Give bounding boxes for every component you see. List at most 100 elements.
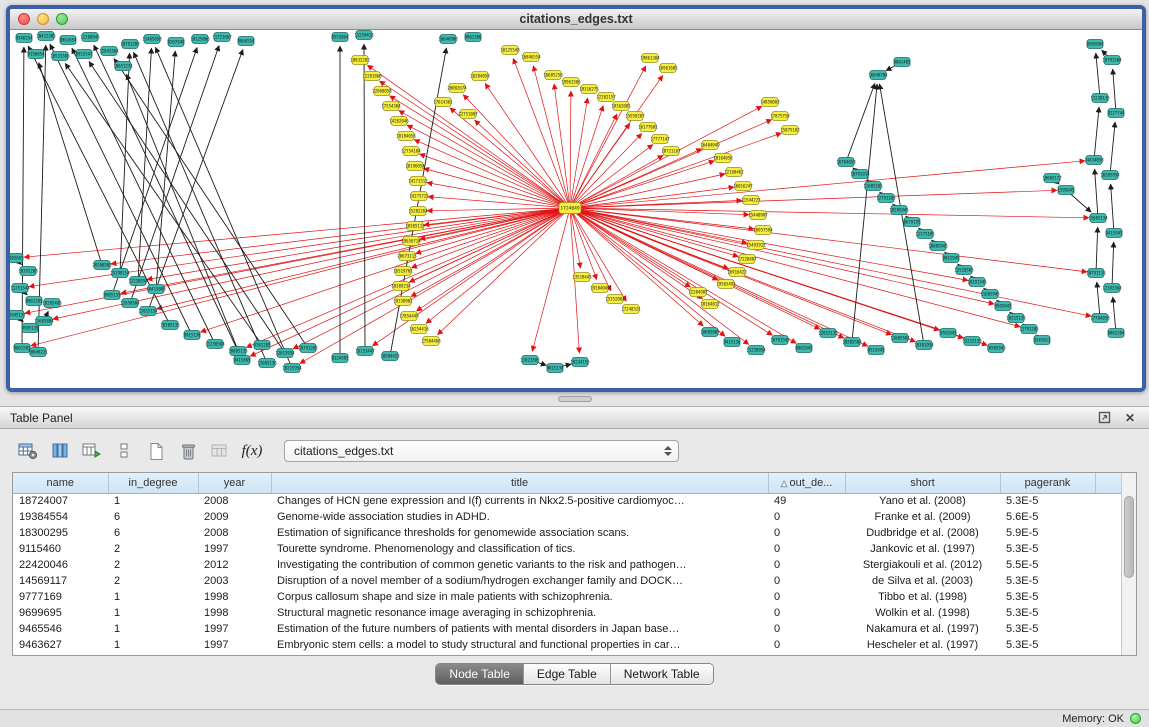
network-node[interactable]: 17240321 — [621, 305, 641, 314]
network-node[interactable]: 14850083 — [760, 98, 780, 107]
network-node[interactable]: 10791208 — [120, 40, 140, 49]
network-node[interactable]: 9864554 — [238, 37, 255, 46]
network-node[interactable]: 9207849 — [168, 38, 185, 47]
network-node[interactable]: 19861304 — [640, 54, 660, 63]
network-node[interactable]: 15202264 — [408, 207, 428, 216]
network-node[interactable]: 16519701 — [393, 267, 413, 276]
network-node[interactable]: 11254413 — [354, 31, 374, 40]
network-node[interactable]: 10125548 — [500, 46, 520, 55]
network-node[interactable]: 11015154 — [138, 307, 158, 316]
minimize-window-button[interactable] — [37, 13, 49, 25]
network-node[interactable]: 12791205 — [876, 194, 896, 203]
network-node[interactable]: 11605884 — [34, 317, 54, 326]
network-node[interactable]: 12160462 — [724, 168, 744, 177]
network-node[interactable]: 16704058 — [836, 158, 856, 167]
network-node[interactable]: 11605945 — [980, 290, 1000, 299]
network-node[interactable]: 11375105 — [915, 230, 935, 239]
network-node[interactable]: 11230584 — [205, 340, 225, 349]
network-node[interactable]: 9245012 — [1034, 336, 1051, 345]
network-node[interactable]: 18162085 — [611, 102, 631, 111]
network-node[interactable]: 16016247 — [733, 182, 753, 191]
network-node[interactable]: 20673113 — [397, 252, 417, 261]
network-node[interactable]: 10205466 — [42, 299, 62, 308]
network-node[interactable]: 10234155 — [570, 358, 590, 367]
network-node[interactable]: 16916422 — [727, 268, 747, 277]
table-scrollbar[interactable] — [1121, 473, 1136, 655]
table-row[interactable]: 2242004622012Investigating the contribut… — [13, 557, 1121, 573]
network-node[interactable]: 10391545 — [967, 278, 987, 287]
network-node[interactable]: 11605134 — [1088, 214, 1108, 223]
network-node[interactable]: 18316275 — [579, 85, 599, 94]
network-node[interactable]: 10205584 — [842, 338, 862, 347]
network-node[interactable]: 11605105 — [863, 182, 883, 191]
network-node[interactable]: 14434058 — [1084, 156, 1104, 165]
table-row[interactable]: 969969511998Structural magnetic resonanc… — [13, 605, 1121, 621]
network-node[interactable]: 14202046 — [389, 117, 409, 126]
network-node[interactable]: 9415945 — [1106, 229, 1123, 238]
network-node[interactable]: 10215135 — [1006, 314, 1026, 323]
network-node[interactable]: 10505945 — [986, 344, 1006, 353]
network-node[interactable]: 17554304 — [381, 102, 401, 111]
column-header-year[interactable]: year — [198, 473, 271, 493]
map-table-icon[interactable] — [206, 438, 234, 464]
network-node[interactable]: 16648784 — [868, 71, 888, 80]
network-node[interactable]: 12201866 — [362, 72, 382, 81]
network-node[interactable]: 11721067 — [212, 33, 232, 42]
network-node[interactable]: 10391208 — [18, 267, 38, 276]
network-node[interactable]: 11251544 — [10, 284, 30, 293]
network-node[interactable]: 20260505 — [92, 261, 112, 270]
network-node[interactable]: 11605136 — [257, 359, 277, 368]
network-node[interactable]: 10205135 — [160, 321, 180, 330]
network-node[interactable]: 19330901 — [393, 297, 413, 306]
table-row[interactable]: 1938455462009Genome-wide association stu… — [13, 509, 1121, 525]
network-node[interactable]: 10791914 — [850, 170, 870, 179]
network-node[interactable]: 9815136 — [547, 364, 564, 373]
network-node[interactable]: 9679195 — [904, 218, 921, 227]
network-node[interactable]: 10205954 — [1100, 171, 1120, 180]
network-node[interactable]: 9861584 — [1108, 329, 1125, 338]
network-node[interactable]: 10791205 — [298, 344, 318, 353]
network-node[interactable]: 16404049 — [700, 141, 720, 150]
network-node[interactable]: 15875103 — [780, 126, 800, 135]
network-node[interactable]: 10125066 — [190, 35, 210, 44]
network-node[interactable]: 19961506 — [561, 78, 581, 87]
network-node[interactable]: 9861654 — [60, 36, 77, 45]
network-node[interactable]: 11544227 — [741, 196, 761, 205]
network-node[interactable]: 9415805 — [234, 356, 251, 365]
network-node[interactable]: 17704058 — [1090, 314, 1110, 323]
tab-network-table[interactable]: Network Table — [610, 664, 713, 684]
network-node[interactable]: 11465058 — [142, 35, 162, 44]
network-node[interactable]: 10605135 — [228, 347, 248, 356]
network-node[interactable]: 12510505 — [954, 266, 974, 275]
network-node[interactable]: 18184058 — [396, 132, 416, 141]
network-node[interactable]: 15298154 — [110, 269, 130, 278]
network-node[interactable]: 18204058 — [470, 72, 490, 81]
new-file-icon[interactable] — [142, 438, 170, 464]
close-panel-icon[interactable]: ✕ — [1121, 410, 1139, 426]
network-node[interactable]: 11791205 — [1019, 325, 1039, 334]
network-node[interactable]: 10605172 — [1042, 174, 1062, 183]
network-node[interactable]: 18309234 — [391, 282, 411, 291]
network-graph[interactable]: 1724049188322021220186622068058175543041… — [10, 30, 1142, 388]
float-panel-icon[interactable] — [1095, 410, 1113, 426]
column-header-title[interactable]: title — [271, 473, 768, 493]
network-node[interactable]: 20002674 — [447, 84, 467, 93]
network-node[interactable]: 10791584 — [1102, 56, 1122, 65]
network-node[interactable]: 17854449 — [399, 312, 419, 321]
network-node[interactable]: 18832202 — [350, 56, 370, 65]
zoom-window-button[interactable] — [56, 13, 68, 25]
close-window-button[interactable] — [18, 13, 30, 25]
network-node[interactable]: 12043364 — [99, 47, 119, 56]
tab-node-table[interactable]: Node Table — [436, 664, 523, 684]
network-node[interactable]: 9915547 — [76, 50, 93, 59]
network-node[interactable]: 10531506 — [50, 52, 70, 61]
network-node[interactable]: 9505945 — [995, 302, 1012, 311]
network-node[interactable]: 9861405 — [894, 58, 911, 67]
network-node[interactable]: 17220407 — [737, 255, 757, 264]
network-node[interactable]: 10412305 — [36, 32, 56, 41]
network-node[interactable]: 18164012 — [700, 300, 720, 309]
network-node[interactable]: 16646900 — [438, 35, 458, 44]
network-node[interactable]: 11230135 — [1090, 94, 1110, 103]
network-node[interactable]: 18957594 — [753, 226, 773, 235]
table-row[interactable]: 977716911998Corpus callosum shape and si… — [13, 589, 1121, 605]
